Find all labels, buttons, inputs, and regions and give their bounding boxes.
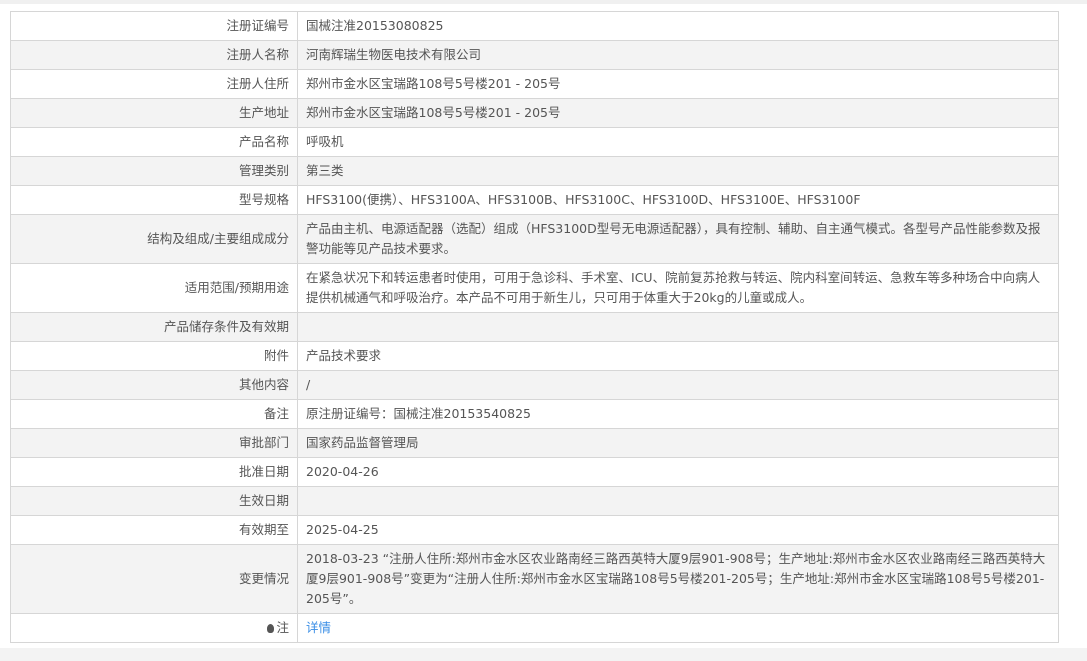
field-value: 河南辉瑞生物医电技术有限公司	[297, 40, 1059, 70]
field-value: /	[297, 370, 1059, 400]
field-value: HFS3100(便携）、HFS3100A、HFS3100B、HFS3100C、H…	[297, 185, 1059, 215]
table-row: 附件 产品技术要求	[10, 341, 1059, 371]
table-row: 审批部门 国家药品监督管理局	[10, 428, 1059, 458]
field-value: 第三类	[297, 156, 1059, 186]
field-label: 备注	[10, 399, 298, 429]
table-row: 注册人住所 郑州市金水区宝瑞路108号5号楼201 - 205号	[10, 69, 1059, 99]
field-label: 结构及组成/主要组成成分	[10, 214, 298, 264]
field-label: 适用范围/预期用途	[10, 263, 298, 313]
field-label: 有效期至	[10, 515, 298, 545]
table-row: 型号规格 HFS3100(便携）、HFS3100A、HFS3100B、HFS310…	[10, 185, 1059, 215]
note-value: 详情	[297, 613, 1059, 643]
table-row: 注册证编号 国械注准20153080825	[10, 11, 1059, 41]
table-row: 变更情况 2018-03-23 “注册人住所:郑州市金水区农业路南经三路西英特大厦…	[10, 544, 1059, 614]
table-row: 生效日期	[10, 486, 1059, 516]
field-value: 呼吸机	[297, 127, 1059, 157]
field-label: 生产地址	[10, 98, 298, 128]
field-label: 审批部门	[10, 428, 298, 458]
table-row: 管理类别 第三类	[10, 156, 1059, 186]
field-label: 管理类别	[10, 156, 298, 186]
table-row: 产品名称 呼吸机	[10, 127, 1059, 157]
field-label: 注册人名称	[10, 40, 298, 70]
bottom-band	[0, 648, 1087, 661]
table-row: 生产地址 郑州市金水区宝瑞路108号5号楼201 - 205号	[10, 98, 1059, 128]
field-value: 郑州市金水区宝瑞路108号5号楼201 - 205号	[297, 98, 1059, 128]
field-label: 批准日期	[10, 457, 298, 487]
field-value: 在紧急状况下和转运患者时使用，可用于急诊科、手术室、ICU、院前复苏抢救与转运、…	[297, 263, 1059, 313]
field-value: 产品技术要求	[297, 341, 1059, 371]
field-label: 型号规格	[10, 185, 298, 215]
table-row: 有效期至 2025-04-25	[10, 515, 1059, 545]
field-value: 原注册证编号：国械注准20153540825	[297, 399, 1059, 429]
field-value: 产品由主机、电源适配器（选配）组成（HFS3100D型号无电源适配器），具有控制…	[297, 214, 1059, 264]
bulb-icon	[267, 624, 275, 633]
field-value: 国家药品监督管理局	[297, 428, 1059, 458]
field-label: 生效日期	[10, 486, 298, 516]
field-label: 注册证编号	[10, 11, 298, 41]
field-label: 变更情况	[10, 544, 298, 614]
table-row: 结构及组成/主要组成成分 产品由主机、电源适配器（选配）组成（HFS3100D型号…	[10, 214, 1059, 264]
field-label: 注册人住所	[10, 69, 298, 99]
table-row: 产品储存条件及有效期	[10, 312, 1059, 342]
note-label: 注	[276, 620, 289, 635]
table-row: 其他内容 /	[10, 370, 1059, 400]
field-value	[297, 486, 1059, 516]
table-row: 备注 原注册证编号：国械注准20153540825	[10, 399, 1059, 429]
field-label: 其他内容	[10, 370, 298, 400]
detail-link[interactable]: 详情	[306, 620, 331, 635]
field-value: 2018-03-23 “注册人住所:郑州市金水区农业路南经三路西英特大厦9层90…	[297, 544, 1059, 614]
note-label-cell: 注	[10, 613, 298, 643]
field-label: 产品储存条件及有效期	[10, 312, 298, 342]
table-row: 批准日期 2020-04-26	[10, 457, 1059, 487]
field-value: 郑州市金水区宝瑞路108号5号楼201 - 205号	[297, 69, 1059, 99]
table-row: 注册人名称 河南辉瑞生物医电技术有限公司	[10, 40, 1059, 70]
field-label: 附件	[10, 341, 298, 371]
top-band	[0, 0, 1087, 4]
field-value	[297, 312, 1059, 342]
note-row: 注 详情	[10, 613, 1059, 643]
detail-table: 注册证编号 国械注准20153080825 注册人名称 河南辉瑞生物医电技术有限公司注…	[10, 11, 1059, 643]
field-value: 2025-04-25	[297, 515, 1059, 545]
field-value: 2020-04-26	[297, 457, 1059, 487]
field-label: 产品名称	[10, 127, 298, 157]
registration-detail: 注册证编号 国械注准20153080825 注册人名称 河南辉瑞生物医电技术有限公司注…	[10, 11, 1059, 643]
table-row: 适用范围/预期用途 在紧急状况下和转运患者时使用，可用于急诊科、手术室、ICU、院…	[10, 263, 1059, 313]
field-value: 国械注准20153080825	[297, 11, 1059, 41]
